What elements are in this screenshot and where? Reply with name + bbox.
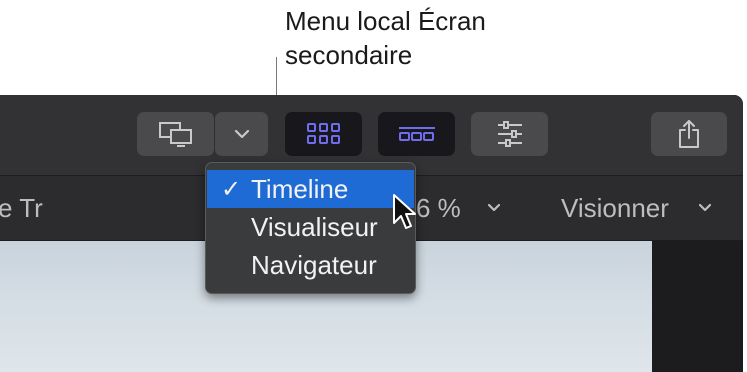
view-menu-chevron-icon[interactable]: [698, 200, 712, 218]
share-icon: [677, 119, 701, 149]
timeline-icon: [398, 126, 436, 142]
menu-item-label: Navigateur: [251, 250, 377, 280]
menu-item-visualiseur[interactable]: Visualiseur: [206, 208, 415, 246]
share-button[interactable]: [651, 112, 727, 156]
browser-layout-button[interactable]: [285, 112, 362, 156]
menu-item-label: Timeline: [251, 174, 349, 204]
viewer-side-panel: [652, 241, 743, 372]
chevron-down-icon: [234, 129, 250, 139]
menu-item-navigateur[interactable]: Navigateur: [206, 246, 415, 284]
menu-item-label: Visualiseur: [251, 212, 378, 242]
second-display-icon: [158, 121, 194, 147]
grid-icon: [306, 123, 341, 145]
callout-line-1: Menu local Écran: [285, 6, 486, 36]
callout-label: Menu local Écran secondaire: [285, 4, 486, 72]
checkmark-icon: ✓: [221, 175, 242, 203]
second-display-popup-menu: ✓ Timeline Visualiseur Navigateur: [205, 162, 416, 294]
clip-name-text: e Tr: [0, 193, 43, 223]
callout-line-2: secondaire: [285, 40, 413, 70]
menu-item-timeline[interactable]: ✓ Timeline: [207, 170, 414, 208]
display-toggle-button[interactable]: [137, 112, 214, 156]
display-dropdown-button[interactable]: [215, 112, 268, 156]
zoom-chevron-icon[interactable]: [487, 200, 501, 218]
view-menu-button[interactable]: Visionner: [561, 191, 669, 225]
timeline-layout-button[interactable]: [378, 112, 455, 156]
zoom-level-text[interactable]: 6 %: [416, 191, 461, 225]
inspector-button[interactable]: [471, 112, 548, 156]
mouse-pointer-icon: [392, 193, 418, 236]
sliders-icon: [496, 121, 524, 147]
